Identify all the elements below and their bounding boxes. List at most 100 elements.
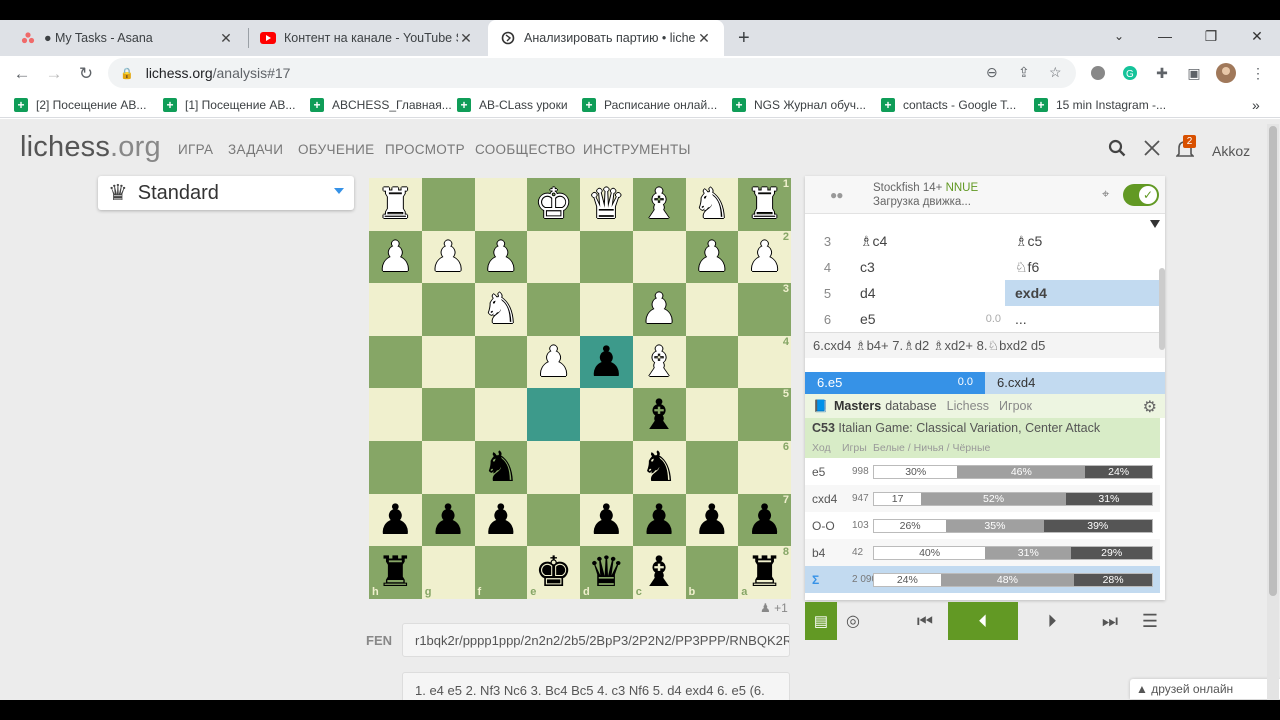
board-square[interactable] [632, 230, 686, 284]
black-bishop-icon[interactable]: ♝ [640, 393, 678, 436]
extensions-puzzle-icon[interactable]: ✚ [1151, 62, 1173, 84]
tab-masters[interactable]: Masters [834, 399, 881, 413]
explorer-row[interactable]: cxd4 947 17 52% 31% [805, 485, 1160, 512]
board-square[interactable]: 4 [738, 335, 791, 389]
menu-hamburger-icon[interactable]: ☰ [1135, 602, 1165, 640]
board-square[interactable]: ♟ [527, 335, 580, 389]
browser-tab-youtube[interactable]: Контент на канале - YouTube Stu ✕ [248, 20, 486, 56]
board-square[interactable]: ♝ c [632, 546, 686, 599]
board-square[interactable]: f [474, 546, 528, 599]
board-square[interactable] [527, 230, 580, 284]
chess-board[interactable]: ♜ ♚ ♛ ♝ ♞ ♜ 1 ♟ ♟ ♟ ♟ ♟ 2 ♞ ♟ 3 ♟ ♟ ♝ 4 ♝ 5 ♞ ♞ 6 ♟ ♟ ♟ ♟ ♟ ♟ ♟ 7 ♜ h g f ♚ e ♛… [369, 178, 791, 599]
white-bishop-icon[interactable]: ♝ [640, 341, 678, 383]
variation-line[interactable]: 6.cxd4 ♗b4+ 7.♗d2 ♗xd2+ 8.♘bxd2 d5 [805, 332, 1165, 358]
white-bishop-icon[interactable]: ♝ [640, 183, 678, 225]
pv-toggle-arrow-icon[interactable] [1150, 220, 1160, 228]
black-king-icon[interactable]: ♚ [535, 551, 573, 593]
board-square[interactable]: ♝ [632, 178, 686, 231]
board-square[interactable]: ♚ [527, 178, 580, 231]
share-icon[interactable]: ⇪ [1018, 64, 1030, 81]
board-square[interactable] [369, 335, 422, 389]
gear-icon[interactable]: ⚙ [1143, 397, 1157, 417]
black-bishop-icon[interactable]: ♝ [640, 551, 678, 593]
last-move-icon[interactable]: ⏭ [1095, 602, 1125, 640]
practice-target-icon[interactable]: ◎ [841, 602, 865, 640]
white-pawn-icon[interactable]: ♟ [482, 235, 520, 278]
board-square[interactable] [580, 283, 633, 336]
browser-tab-lichess[interactable]: Анализировать партию • lichess ✕ [488, 20, 724, 56]
board-square[interactable] [527, 493, 580, 547]
tab-player[interactable]: Игрок [999, 399, 1032, 413]
black-queen-icon[interactable]: ♛ [588, 551, 626, 593]
nav-puzzles[interactable]: ЗАДАЧИ [228, 142, 283, 157]
grammarly-icon[interactable]: G [1119, 62, 1141, 84]
board-square[interactable]: 6 [738, 440, 791, 494]
move-black[interactable]: ... [1005, 306, 1160, 332]
bookmark-item[interactable]: + ABCHESS_Главная... [310, 96, 452, 114]
board-square[interactable] [580, 230, 633, 284]
move-white[interactable]: ♗c4 [850, 228, 1005, 254]
board-square[interactable] [421, 388, 475, 441]
side-panel-icon[interactable]: ▣ [1183, 62, 1205, 84]
move-white[interactable]: e5 0.0 [850, 306, 1005, 332]
explorer-row[interactable]: O-O 103 26% 35% 39% [805, 512, 1160, 539]
friends-online-toggle[interactable]: ▲ друзей онлайн [1130, 679, 1280, 699]
board-square[interactable]: ♝ [632, 335, 686, 389]
black-rook-icon[interactable]: ♜ [746, 551, 784, 593]
board-square[interactable] [580, 440, 633, 494]
board-square[interactable] [685, 283, 739, 336]
white-queen-icon[interactable]: ♛ [588, 183, 626, 225]
board-square[interactable]: ♟ [474, 493, 528, 547]
move-black[interactable]: ♘f6 [1005, 254, 1160, 280]
black-pawn-icon[interactable]: ♟ [482, 498, 520, 541]
board-square[interactable] [685, 440, 739, 494]
board-square[interactable]: ♞ [632, 440, 686, 494]
next-move-icon[interactable]: ⏵ [1037, 602, 1067, 640]
nav-play[interactable]: ИГРА [178, 142, 213, 157]
engine-settings-target-icon[interactable]: ⌖ [1102, 186, 1109, 202]
white-pawn-icon[interactable]: ♟ [640, 288, 678, 330]
back-icon[interactable]: ← [8, 60, 36, 88]
black-knight-icon[interactable]: ♞ [640, 446, 678, 488]
board-square[interactable]: ♟ [685, 230, 739, 284]
board-square[interactable]: ♟ 2 [738, 230, 791, 284]
bookmark-item[interactable]: + contacts - Google T... [881, 96, 1016, 114]
move-white[interactable]: c3 [850, 254, 1005, 280]
user-menu[interactable]: Akkoz [1212, 143, 1250, 159]
board-square[interactable]: ♟ [580, 493, 633, 547]
bookmark-item[interactable]: + Расписание онлай... [582, 96, 717, 114]
board-square[interactable]: ♜ 8 a [738, 546, 791, 599]
page-scrollbar[interactable] [1267, 124, 1279, 700]
nav-tools[interactable]: ИНСТРУМЕНТЫ [583, 142, 691, 157]
bookmark-item[interactable]: + [1] Посещение AB... [163, 96, 295, 114]
black-pawn-icon[interactable]: ♟ [746, 498, 784, 541]
board-square[interactable]: ♟ 7 [738, 493, 791, 547]
restore-icon[interactable]: ❐ [1188, 20, 1234, 52]
profile-avatar[interactable] [1215, 62, 1237, 84]
board-square[interactable] [421, 440, 475, 494]
pgn-textarea[interactable]: 1. e4 e5 2. Nf3 Nc6 3. Bc4 Bc5 4. c3 Nf6… [402, 672, 790, 700]
black-pawn-icon[interactable]: ♟ [693, 498, 731, 541]
board-square[interactable]: ♝ [632, 388, 686, 441]
black-knight-icon[interactable]: ♞ [482, 446, 520, 488]
board-square[interactable] [474, 178, 528, 231]
white-pawn-icon[interactable]: ♟ [746, 235, 784, 278]
tab-lichess[interactable]: Lichess [947, 399, 989, 413]
board-square[interactable]: b [685, 546, 739, 599]
first-move-icon[interactable]: ⏮ [910, 602, 940, 640]
white-pawn-icon[interactable]: ♟ [429, 235, 467, 278]
explorer-row[interactable]: b4 42 40% 31% 29% [805, 539, 1160, 566]
board-square[interactable] [527, 440, 580, 494]
board-square[interactable]: ♟ [474, 230, 528, 284]
black-pawn-icon[interactable]: ♟ [588, 341, 626, 383]
close-tab-icon[interactable]: ✕ [696, 30, 712, 47]
white-rook-icon[interactable]: ♜ [377, 183, 415, 225]
address-bar[interactable]: 🔒 lichess.org/analysis#17 ⊖ ⇪ ☆ [108, 58, 1076, 88]
board-square[interactable]: ♟ [369, 493, 422, 547]
close-window-icon[interactable]: ✕ [1234, 20, 1280, 52]
bookmarks-more-icon[interactable]: » [1252, 96, 1260, 114]
move-black-selected[interactable]: exd4 [1005, 280, 1160, 306]
current-main-move[interactable]: 6.e5 0.0 [805, 372, 985, 394]
board-square[interactable] [474, 335, 528, 389]
board-square[interactable]: g [421, 546, 475, 599]
